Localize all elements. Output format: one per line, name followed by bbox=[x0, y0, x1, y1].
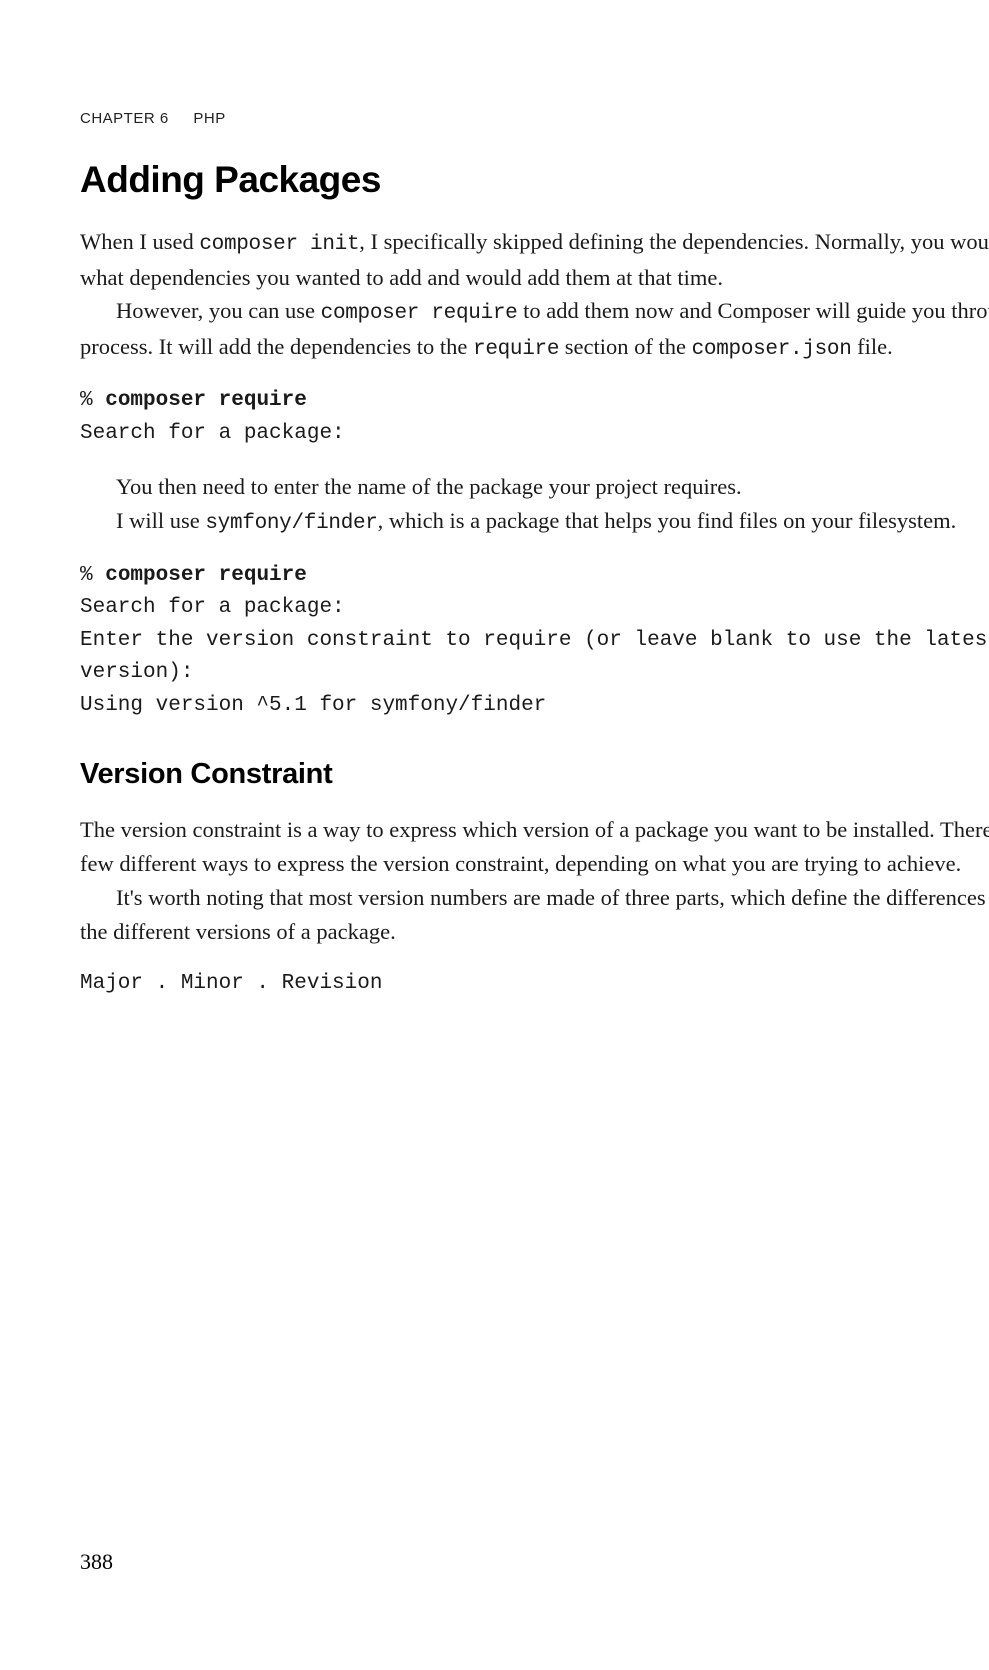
code-block: % composer require Search for a package:… bbox=[80, 560, 989, 723]
prompt: % bbox=[80, 564, 105, 587]
paragraph-block: When I used composer init, I specificall… bbox=[80, 225, 989, 365]
body-paragraph: When I used composer init, I specificall… bbox=[80, 225, 989, 294]
paragraph-block: The version constraint is a way to expre… bbox=[80, 813, 989, 948]
subsection-heading: Version Constraint bbox=[80, 758, 989, 791]
body-paragraph: You then need to enter the name of the p… bbox=[80, 470, 989, 504]
body-paragraph: I will use symfony/finder, which is a pa… bbox=[80, 504, 989, 540]
text: section of the bbox=[559, 334, 691, 359]
text: I will use bbox=[116, 508, 205, 533]
code-line: Search for a package: bbox=[80, 418, 989, 451]
inline-code: composer require bbox=[321, 302, 518, 325]
code-line: % composer require bbox=[80, 560, 989, 593]
inline-code: composer.json bbox=[692, 338, 852, 361]
code-block: % composer require Search for a package: bbox=[80, 385, 989, 450]
code-line: Enter the version constraint to require … bbox=[80, 625, 989, 690]
text: , which is a package that helps you find… bbox=[378, 508, 957, 533]
body-paragraph: It's worth noting that most version numb… bbox=[80, 881, 989, 949]
code-line: Search for a package: bbox=[80, 592, 989, 625]
text: However, you can use bbox=[116, 298, 321, 323]
text: file. bbox=[852, 334, 893, 359]
paragraph-block: You then need to enter the name of the p… bbox=[80, 470, 989, 539]
chapter-title: PHP bbox=[193, 110, 225, 127]
command: composer require bbox=[105, 564, 307, 587]
chapter-header: CHAPTER 6 PHP bbox=[80, 110, 989, 127]
body-paragraph: The version constraint is a way to expre… bbox=[80, 813, 989, 881]
code-line: Major . Minor . Revision bbox=[80, 968, 989, 1001]
body-paragraph: However, you can use composer require to… bbox=[80, 294, 989, 365]
text: When I used bbox=[80, 229, 199, 254]
inline-code: symfony/finder bbox=[205, 512, 377, 535]
page-number: 388 bbox=[80, 1549, 113, 1575]
inline-code: require bbox=[473, 338, 559, 361]
code-block: Major . Minor . Revision bbox=[80, 968, 989, 1001]
section-heading: Adding Packages bbox=[80, 159, 989, 201]
code-line: Using version ^5.1 for symfony/finder bbox=[80, 690, 989, 723]
prompt: % bbox=[80, 389, 105, 412]
command: composer require bbox=[105, 389, 307, 412]
inline-code: composer init bbox=[199, 233, 359, 256]
code-line: % composer require bbox=[80, 385, 989, 418]
chapter-number: CHAPTER 6 bbox=[80, 110, 169, 127]
